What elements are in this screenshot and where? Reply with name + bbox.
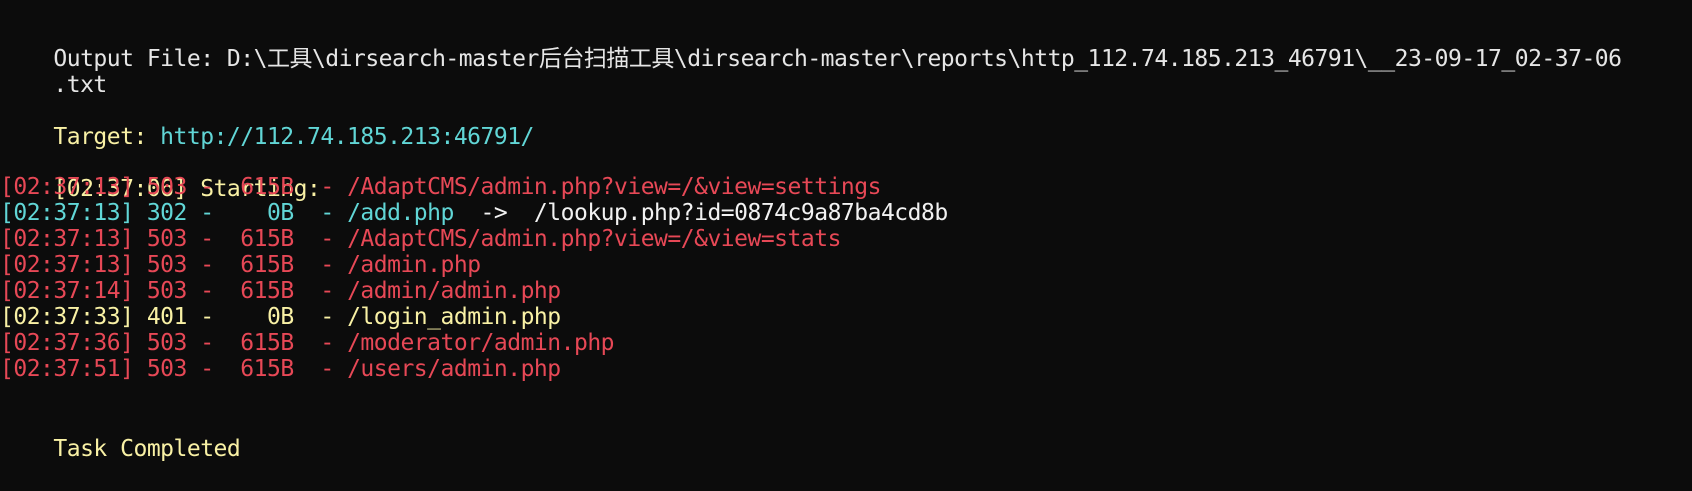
result-time: [02:37:13] [0,174,134,200]
result-time: [02:37:13] [0,200,134,226]
result-path: /add.php [333,200,454,226]
result-row: [02:37:13] 302 - 0B - /add.php -> /looku… [0,199,948,227]
result-size: 615B [213,174,294,200]
output-file-path: D:\工具\dirsearch-master后台扫描工具\dirsearch-m… [213,46,1622,72]
result-path: /admin/admin.php [333,278,561,304]
result-status: 503 - [133,356,214,382]
output-file-line-wrap: .txt [0,43,107,98]
result-time: [02:37:13] [0,226,134,252]
result-separator: - [293,330,334,356]
result-time: [02:37:51] [0,356,134,382]
result-row: [02:37:13] 503 - 615B - /AdaptCMS/admin.… [0,173,881,201]
result-separator: - [293,200,334,226]
result-path: /users/admin.php [333,356,561,382]
starting-line: [02:37:06] Starting: [0,147,320,202]
result-path: /AdaptCMS/admin.php?view=/&view=settings [333,174,881,200]
result-separator: - [293,174,334,200]
result-size: 615B [213,226,294,252]
result-row: [02:37:36] 503 - 615B - /moderator/admin… [0,329,615,357]
result-redirect: -> /lookup.php?id=0874c9a87ba4cd8b [453,200,949,226]
result-status: 503 - [133,226,214,252]
result-time: [02:37:33] [0,304,134,330]
result-path: /AdaptCMS/admin.php?view=/&view=stats [333,226,841,252]
result-status: 302 - [133,200,214,226]
result-row: [02:37:14] 503 - 615B - /admin/admin.php [0,277,561,305]
result-separator: - [293,252,334,278]
result-row: [02:37:51] 503 - 615B - /users/admin.php [0,355,561,383]
result-size: 615B [213,330,294,356]
result-separator: - [293,304,334,330]
target-line: Target: http://112.74.185.213:46791/ [0,95,534,150]
result-size: 615B [213,252,294,278]
result-row: [02:37:33] 401 - 0B - /login_admin.php [0,303,561,331]
result-separator: - [293,278,334,304]
result-path: /login_admin.php [333,304,561,330]
result-size: 615B [213,356,294,382]
result-status: 503 - [133,252,214,278]
task-completed-line: Task Completed [0,407,240,462]
result-size: 615B [213,278,294,304]
result-row: [02:37:13] 503 - 615B - /admin.php [0,251,481,279]
result-status: 503 - [133,278,214,304]
task-completed-text: Task Completed [53,436,241,462]
result-status: 401 - [133,304,214,330]
result-size: 0B [213,304,294,330]
result-separator: - [293,226,334,252]
output-file-line: Output File: D:\工具\dirsearch-master后台扫描工… [0,17,1622,72]
result-row: [02:37:13] 503 - 615B - /AdaptCMS/admin.… [0,225,841,253]
result-separator: - [293,356,334,382]
terminal-window[interactable]: Output File: D:\工具\dirsearch-master后台扫描工… [0,0,1692,481]
result-status: 503 - [133,330,214,356]
result-time: [02:37:13] [0,252,134,278]
result-path: /admin.php [333,252,481,278]
result-status: 503 - [133,174,214,200]
result-size: 0B [213,200,294,226]
result-time: [02:37:14] [0,278,134,304]
result-time: [02:37:36] [0,330,134,356]
result-path: /moderator/admin.php [333,330,615,356]
